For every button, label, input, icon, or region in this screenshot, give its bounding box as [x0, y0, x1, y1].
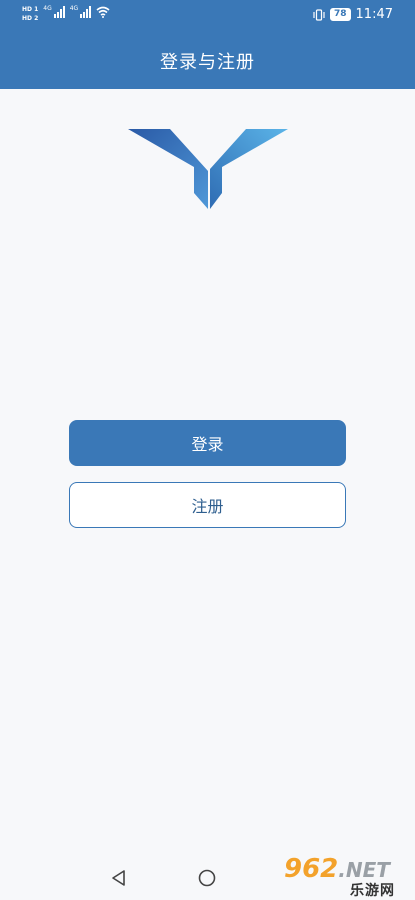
clock: 11:47: [355, 7, 393, 22]
app-header: HD 1 HD 2 4G 4G 78 11:47 登录与注册: [0, 0, 415, 89]
sim1-label: HD 1: [22, 6, 39, 13]
sim-indicators: HD 1 HD 2: [22, 6, 38, 22]
home-circle-icon[interactable]: [198, 869, 216, 887]
sim2-label: HD 2: [22, 15, 39, 22]
status-right: 78 11:47: [313, 7, 393, 22]
watermark-domain: .NET: [338, 858, 390, 882]
status-left: HD 1 HD 2 4G 4G: [22, 6, 110, 22]
register-button[interactable]: 注册: [69, 482, 346, 528]
login-button[interactable]: 登录: [69, 420, 346, 466]
wifi-icon: [96, 6, 110, 18]
app-logo: [128, 129, 288, 209]
watermark-logo: 962.NET 乐游网: [276, 854, 412, 899]
status-bar: HD 1 HD 2 4G 4G 78 11:47: [0, 0, 415, 30]
page-title: 登录与注册: [160, 52, 255, 73]
watermark-name: 乐游网: [350, 883, 395, 899]
battery-icon: 78: [330, 8, 351, 21]
watermark-brand: 962: [284, 854, 339, 884]
signal-2-icon: 4G: [70, 6, 92, 18]
vibrate-icon: [313, 8, 325, 21]
back-triangle-icon[interactable]: [110, 869, 128, 887]
signal-1-icon: 4G: [43, 6, 65, 18]
